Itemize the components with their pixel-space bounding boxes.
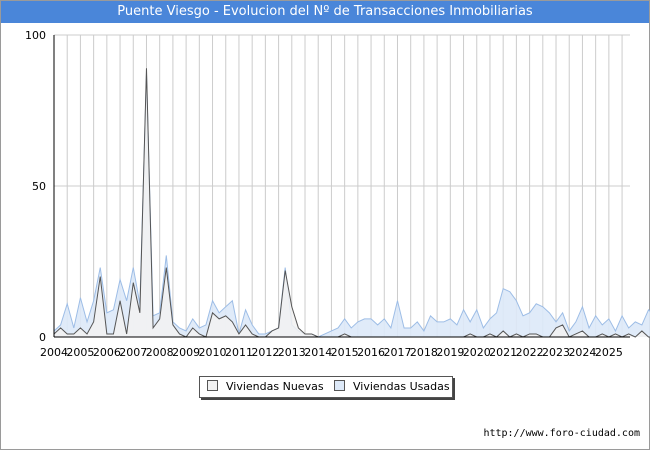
y-tick-label: 0 <box>39 331 46 344</box>
x-tick-label: 2012 <box>251 346 279 359</box>
x-tick-label: 2008 <box>146 346 174 359</box>
legend-item-viviendas-nuevas: Viviendas Nuevas <box>207 380 324 394</box>
x-tick-label: 2016 <box>357 346 385 359</box>
y-tick-label: 100 <box>25 29 46 42</box>
legend-swatch-viviendas-usadas <box>334 380 345 391</box>
legend-label-viviendas-nuevas: Viviendas Nuevas <box>226 380 324 393</box>
x-tick-label: 2004 <box>40 346 68 359</box>
legend-item-viviendas-usadas: Viviendas Usadas <box>334 380 450 394</box>
y-tick-labels: 0 50 100 <box>25 29 46 344</box>
x-tick-label: 2019 <box>436 346 464 359</box>
chart-legend: Viviendas Nuevas Viviendas Usadas <box>199 376 453 398</box>
y-tick-label: 50 <box>32 180 46 193</box>
legend-label-viviendas-usadas: Viviendas Usadas <box>353 380 450 393</box>
x-tick-label: 2023 <box>542 346 570 359</box>
x-tick-label: 2005 <box>66 346 94 359</box>
x-tick-label: 2010 <box>199 346 227 359</box>
x-tick-label: 2020 <box>463 346 491 359</box>
x-tick-label: 2018 <box>410 346 438 359</box>
x-tick-label: 2025 <box>595 346 623 359</box>
x-tick-label: 2006 <box>93 346 121 359</box>
x-tick-label: 2013 <box>278 346 306 359</box>
x-tick-label: 2024 <box>568 346 596 359</box>
series-area-viviendas-nuevas <box>54 68 650 337</box>
legend-swatch-viviendas-nuevas <box>207 380 218 391</box>
x-tick-label: 2015 <box>331 346 359 359</box>
x-tick-label: 2014 <box>304 346 332 359</box>
x-tick-label: 2022 <box>516 346 544 359</box>
x-tick-labels: 2004200520062007200820092010201120122013… <box>40 346 623 359</box>
x-tick-label: 2011 <box>225 346 253 359</box>
source-url: http://www.foro-ciudad.com <box>483 428 640 439</box>
x-tick-label: 2007 <box>119 346 147 359</box>
x-tick-label: 2021 <box>489 346 517 359</box>
x-tick-label: 2017 <box>383 346 411 359</box>
x-tick-label: 2009 <box>172 346 200 359</box>
